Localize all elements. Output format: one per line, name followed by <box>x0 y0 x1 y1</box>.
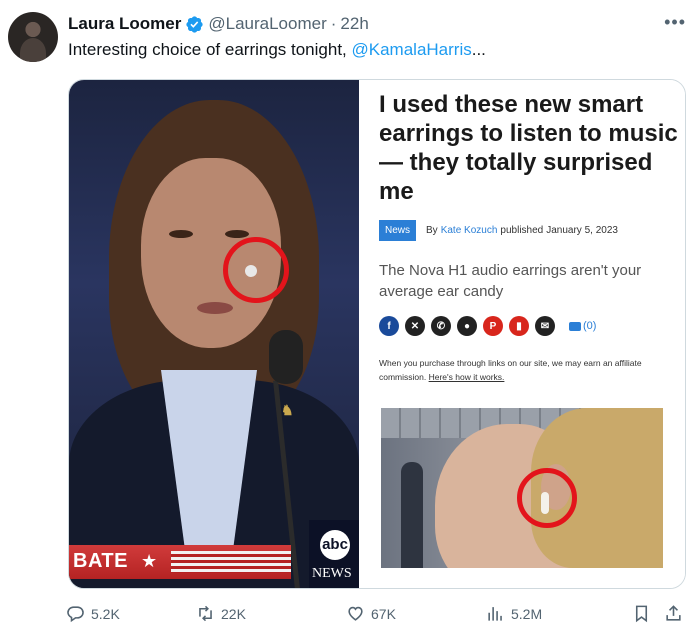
mention-link[interactable]: @KamalaHarris <box>352 40 472 59</box>
by-label: By <box>426 225 438 236</box>
article-meta: News By Kate Kozuch published January 5,… <box>379 220 618 241</box>
reply-icon <box>67 606 84 623</box>
reply-count: 5.2K <box>91 605 120 622</box>
lower-third-text: BATE <box>73 550 128 572</box>
article-date: January 5, 2023 <box>546 225 618 236</box>
like-button[interactable]: 67K <box>346 604 396 623</box>
tweet-ellipsis: ... <box>471 40 486 59</box>
share-button[interactable] <box>664 604 689 623</box>
email-icon: ✉ <box>535 316 555 336</box>
lapel-pin: ♞ <box>281 402 294 418</box>
repost-count: 22K <box>221 605 246 622</box>
comments-text: (0) <box>583 320 597 332</box>
pinterest-icon: P <box>483 316 503 336</box>
tweet-text: Interesting choice of earrings tonight, … <box>68 40 486 60</box>
whatsapp-icon: ✆ <box>431 316 451 336</box>
x-icon: ✕ <box>405 316 425 336</box>
heart-icon <box>348 606 363 621</box>
analytics-icon <box>488 607 502 621</box>
verified-badge-icon <box>186 15 203 33</box>
author-handle[interactable]: @LauraLoomer <box>208 14 326 34</box>
tweet-header: Laura Loomer @LauraLoomer · 22h <box>68 13 682 35</box>
network-label: NEWS <box>312 566 352 581</box>
more-options-icon[interactable]: ••• <box>664 12 686 33</box>
star-icon: ★ <box>141 551 158 571</box>
published-label: published <box>500 225 544 236</box>
facebook-icon: f <box>379 316 399 336</box>
disclaimer-link: Here's how it works. <box>428 372 505 382</box>
photo-lips <box>197 302 233 314</box>
microphone <box>269 330 303 384</box>
photo-eye <box>225 230 249 238</box>
background-person <box>401 462 423 568</box>
earring-photo <box>381 408 663 568</box>
timestamp[interactable]: 22h <box>340 14 368 34</box>
reply-button[interactable]: 5.2K <box>66 604 120 623</box>
affiliate-disclaimer: When you purchase through links on our s… <box>379 356 669 384</box>
comments-count: (0) <box>569 320 596 332</box>
network-logo: abc <box>320 530 350 560</box>
view-count: 5.2M <box>511 605 543 622</box>
flipboard-icon: ▮ <box>509 316 529 336</box>
share-icons: f ✕ ✆ ● P ▮ ✉ (0) <box>379 316 596 336</box>
avatar[interactable] <box>8 12 58 62</box>
like-count: 67K <box>371 605 396 622</box>
red-highlight-circle <box>223 237 289 303</box>
reddit-icon: ● <box>457 316 477 336</box>
red-highlight-circle <box>517 468 577 528</box>
bookmark-button[interactable] <box>632 604 657 623</box>
news-tag: News <box>379 220 417 241</box>
article-author: Kate Kozuch <box>440 225 498 236</box>
tweet-body: Interesting choice of earrings tonight, <box>68 40 352 59</box>
views-button[interactable]: 5.2M <box>486 604 542 623</box>
article-headline: I used these new smart earrings to liste… <box>379 91 678 205</box>
comment-bubble-icon <box>569 321 581 331</box>
media-attachment[interactable]: ♞ BATE ★ abc NEWS I used these new smart… <box>68 79 686 589</box>
article-subhead: The Nova H1 audio earrings aren't your a… <box>379 262 642 300</box>
repost-icon <box>199 605 212 622</box>
separator-dot: · <box>330 14 337 33</box>
share-icon <box>666 605 681 621</box>
bookmark-icon <box>635 605 648 623</box>
author-name[interactable]: Laura Loomer <box>68 14 181 34</box>
photo-eye <box>169 230 193 238</box>
repost-button[interactable]: 22K <box>196 604 246 623</box>
disclaimer-text: When you purchase through links on our s… <box>379 358 642 382</box>
tweet-actions: 5.2K 22K 67K 5.2M <box>66 600 688 632</box>
debate-photo[interactable]: ♞ BATE ★ abc NEWS <box>69 80 359 588</box>
